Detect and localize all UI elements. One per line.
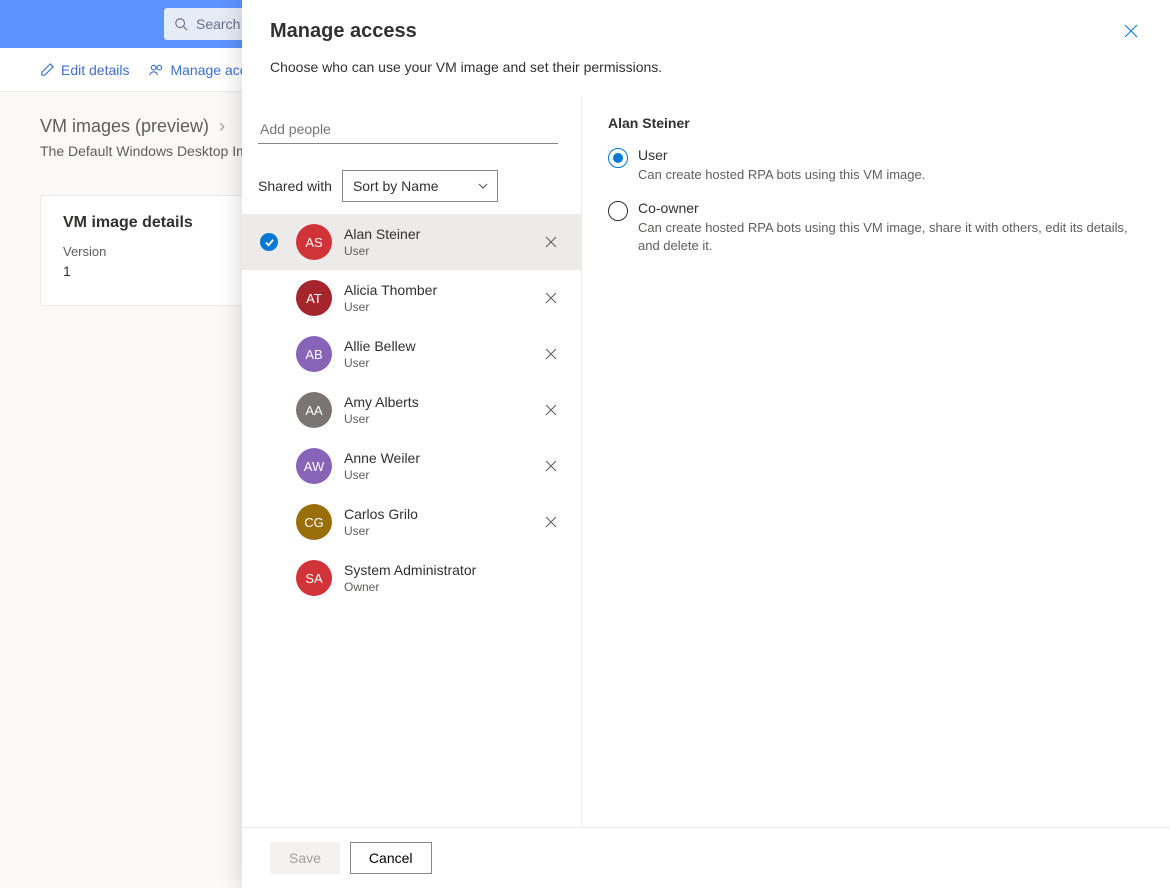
permissions-pane: Alan Steiner User Can create hosted RPA b… [582,97,1170,827]
permission-option[interactable]: Co-owner Can create hosted RPA bots using… [608,200,1142,255]
remove-person-button[interactable] [537,396,565,424]
close-icon [1124,24,1138,38]
person-info: System AdministratorOwner [344,561,525,596]
sort-dropdown[interactable]: Sort by Name [342,170,498,202]
person-name: Anne Weiler [344,449,525,467]
close-button[interactable] [1120,20,1142,45]
remove-person-button[interactable] [537,452,565,480]
permission-label: Co-owner [638,200,1142,216]
close-icon [545,516,557,528]
person-role: User [344,244,525,260]
pencil-icon [40,62,55,77]
person-row[interactable]: AS Alan SteinerUser [242,214,581,270]
permission-option[interactable]: User Can create hosted RPA bots using thi… [608,147,1142,184]
remove-person-button[interactable] [537,228,565,256]
search-icon [174,17,188,31]
avatar: AA [296,392,332,428]
person-name: Allie Bellew [344,337,525,355]
share-icon [149,62,164,77]
avatar: CG [296,504,332,540]
sort-value: Sort by Name [353,178,439,194]
shared-with-label: Shared with [258,178,332,194]
person-check[interactable] [254,233,284,251]
remove-person-button[interactable] [537,340,565,368]
person-row[interactable]: AW Anne WeilerUser [242,438,581,494]
search-placeholder: Search [196,16,240,32]
panel-title: Manage access [270,20,417,43]
person-row[interactable]: AA Amy AlbertsUser [242,382,581,438]
remove-person-button[interactable] [537,284,565,312]
person-info: Alan SteinerUser [344,225,525,260]
person-role: User [344,300,525,316]
person-name: Alan Steiner [344,225,525,243]
person-name: System Administrator [344,561,525,579]
check-icon [264,237,275,248]
avatar: AS [296,224,332,260]
person-name: Alicia Thomber [344,281,525,299]
close-icon [545,460,557,472]
person-role: User [344,468,525,484]
person-row[interactable]: CG Carlos GriloUser [242,494,581,550]
permission-label: User [638,147,925,163]
panel-footer: Save Cancel [242,827,1170,888]
avatar: AW [296,448,332,484]
person-info: Amy AlbertsUser [344,393,525,428]
person-row[interactable]: AB Allie BellewUser [242,326,581,382]
person-role: Owner [344,580,525,596]
person-role: User [344,356,525,372]
avatar: AB [296,336,332,372]
breadcrumb-parent[interactable]: VM images (preview) [40,116,209,137]
avatar: SA [296,560,332,596]
close-icon [545,348,557,360]
people-list: ASAlan SteinerUserATAlicia ThomberUserAB… [242,214,581,827]
person-row[interactable]: AT Alicia ThomberUser [242,270,581,326]
radio-icon [608,148,628,168]
close-icon [545,236,557,248]
selected-person-name: Alan Steiner [608,115,1142,131]
people-pane: Shared with Sort by Name ASAlan SteinerU… [242,97,582,827]
edit-details-button[interactable]: Edit details [40,62,129,78]
cancel-button[interactable]: Cancel [350,842,432,874]
chevron-right-icon: › [219,116,225,137]
person-name: Carlos Grilo [344,505,525,523]
save-button[interactable]: Save [270,842,340,874]
person-name: Amy Alberts [344,393,525,411]
panel-subtitle: Choose who can use your VM image and set… [270,59,1142,75]
person-role: User [344,524,525,540]
permission-description: Can create hosted RPA bots using this VM… [638,219,1142,255]
permission-description: Can create hosted RPA bots using this VM… [638,166,925,184]
close-icon [545,404,557,416]
person-info: Anne WeilerUser [344,449,525,484]
person-info: Alicia ThomberUser [344,281,525,316]
remove-person-button[interactable] [537,508,565,536]
person-role: User [344,412,525,428]
person-info: Carlos GriloUser [344,505,525,540]
avatar: AT [296,280,332,316]
add-people-input[interactable] [258,115,558,144]
radio-icon [608,201,628,221]
manage-access-panel: Manage access Choose who can use your VM… [242,0,1170,888]
chevron-down-icon [477,180,489,192]
close-icon [545,292,557,304]
person-row[interactable]: SA System AdministratorOwner [242,550,581,606]
person-info: Allie BellewUser [344,337,525,372]
